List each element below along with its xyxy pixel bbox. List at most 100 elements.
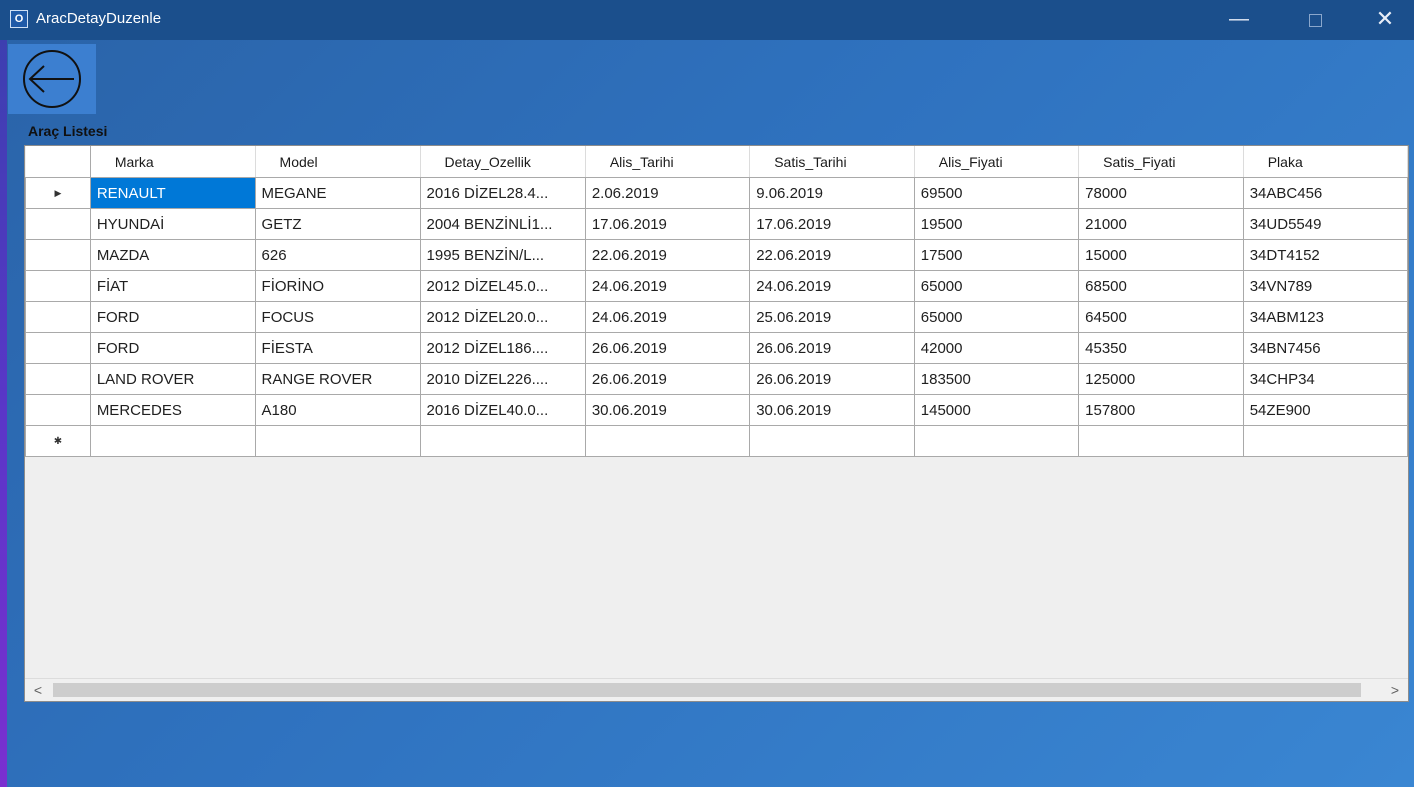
table-cell[interactable] [1078,425,1244,457]
table-cell[interactable]: 183500 [913,363,1080,395]
table-cell[interactable]: 2012 DİZEL45.0... [419,270,586,302]
table-cell[interactable]: 24.06.2019 [584,270,751,302]
table-cell[interactable]: 22.06.2019 [749,239,915,271]
table-cell[interactable]: 30.06.2019 [584,394,751,426]
table-cell[interactable]: 26.06.2019 [749,363,915,395]
table-cell[interactable]: 34ABC456 [1242,177,1408,209]
table-cell[interactable]: RENAULT [89,177,256,209]
table-cell[interactable]: 68500 [1078,270,1244,302]
scroll-right-button[interactable]: > [1384,679,1406,701]
table-cell[interactable]: MERCEDES [89,394,256,426]
table-cell[interactable]: 1995 BENZİN/L... [419,239,586,271]
column-header-satis-tarihi[interactable]: Satis_Tarihi [749,146,915,178]
row-header[interactable] [25,332,91,364]
table-cell[interactable]: 2012 DİZEL186.... [419,332,586,364]
table-cell[interactable]: 65000 [913,270,1080,302]
table-cell[interactable]: 2012 DİZEL20.0... [419,301,586,333]
row-header[interactable] [25,270,91,302]
table-cell[interactable]: 157800 [1078,394,1244,426]
maximize-button[interactable] [1292,0,1338,40]
table-cell[interactable]: 17.06.2019 [584,208,751,240]
column-header-satis-fiyati[interactable]: Satis_Fiyati [1078,146,1244,178]
table-cell[interactable]: 45350 [1078,332,1244,364]
title-bar[interactable]: O AracDetayDuzenle — ✕ [0,0,1414,40]
table-cell[interactable]: FORD [89,332,256,364]
column-header-alis-tarihi[interactable]: Alis_Tarihi [585,146,751,178]
table-cell[interactable]: 30.06.2019 [749,394,915,426]
table-cell[interactable]: FİESTA [254,332,421,364]
table-cell[interactable] [584,425,751,457]
table-row[interactable]: ▶ RENAULT MEGANE 2016 DİZEL28.4... 2.06.… [25,177,1408,209]
back-button[interactable] [8,44,96,114]
row-header[interactable] [25,394,91,426]
table-cell[interactable] [913,425,1080,457]
table-cell[interactable]: MAZDA [89,239,256,271]
table-cell[interactable]: 21000 [1078,208,1244,240]
table-cell[interactable]: LAND ROVER [89,363,256,395]
table-cell[interactable]: 125000 [1078,363,1244,395]
table-cell[interactable]: 34CHP34 [1242,363,1408,395]
table-cell[interactable]: 2004 BENZİNLİ1... [419,208,586,240]
row-header[interactable] [25,301,91,333]
scrollbar-thumb[interactable] [53,683,1361,697]
table-cell[interactable]: A180 [254,394,421,426]
table-cell[interactable]: 2016 DİZEL40.0... [419,394,586,426]
corner-header[interactable] [25,146,91,178]
row-header[interactable] [25,363,91,395]
table-cell[interactable] [254,425,421,457]
table-cell[interactable]: GETZ [254,208,421,240]
table-cell[interactable]: 17500 [913,239,1080,271]
table-cell[interactable]: 78000 [1078,177,1244,209]
minimize-button[interactable]: — [1216,0,1262,40]
table-cell[interactable]: 34BN7456 [1242,332,1408,364]
table-cell[interactable]: FİORİNO [254,270,421,302]
new-row[interactable]: ✱ [25,425,1408,457]
table-cell[interactable]: 19500 [913,208,1080,240]
table-cell[interactable]: FİAT [89,270,256,302]
table-cell[interactable] [1242,425,1408,457]
table-cell[interactable]: 26.06.2019 [584,332,751,364]
close-button[interactable]: ✕ [1362,0,1408,40]
table-row[interactable]: HYUNDAİ GETZ 2004 BENZİNLİ1... 17.06.201… [25,208,1408,240]
table-cell[interactable]: 17.06.2019 [749,208,915,240]
vehicle-grid[interactable]: Marka Model Detay_Ozellik Alis_Tarihi Sa… [24,145,1409,702]
row-header[interactable] [25,208,91,240]
table-cell[interactable]: 34VN789 [1242,270,1408,302]
table-cell[interactable]: FORD [89,301,256,333]
table-cell[interactable]: 9.06.2019 [749,177,915,209]
table-cell[interactable] [749,425,915,457]
table-cell[interactable]: 2.06.2019 [584,177,751,209]
column-header-plaka[interactable]: Plaka [1243,146,1408,178]
table-cell[interactable]: 65000 [913,301,1080,333]
scroll-left-button[interactable]: < [27,679,49,701]
table-row[interactable]: FİAT FİORİNO 2012 DİZEL45.0... 24.06.201… [25,270,1408,302]
table-row[interactable]: MAZDA 626 1995 BENZİN/L... 22.06.2019 22… [25,239,1408,271]
column-header-alis-fiyati[interactable]: Alis_Fiyati [914,146,1080,178]
table-cell[interactable] [89,425,256,457]
table-cell[interactable]: FOCUS [254,301,421,333]
column-header-marka[interactable]: Marka [90,146,256,178]
horizontal-scrollbar[interactable]: < > [25,678,1408,701]
table-cell[interactable]: 626 [254,239,421,271]
table-cell[interactable]: HYUNDAİ [89,208,256,240]
table-cell[interactable]: 64500 [1078,301,1244,333]
table-cell[interactable]: 54ZE900 [1242,394,1408,426]
table-cell[interactable]: MEGANE [254,177,421,209]
table-cell[interactable]: 26.06.2019 [584,363,751,395]
table-cell[interactable]: 15000 [1078,239,1244,271]
new-row-indicator[interactable]: ✱ [25,425,91,457]
table-cell[interactable]: 69500 [913,177,1080,209]
table-cell[interactable]: 34DT4152 [1242,239,1408,271]
table-row[interactable]: LAND ROVER RANGE ROVER 2010 DİZEL226....… [25,363,1408,395]
table-row[interactable]: FORD FOCUS 2012 DİZEL20.0... 24.06.2019 … [25,301,1408,333]
table-cell[interactable]: 24.06.2019 [749,270,915,302]
table-cell[interactable]: 24.06.2019 [584,301,751,333]
table-cell[interactable]: 25.06.2019 [749,301,915,333]
table-cell[interactable]: 34UD5549 [1242,208,1408,240]
table-cell[interactable]: 26.06.2019 [749,332,915,364]
table-row[interactable]: MERCEDES A180 2016 DİZEL40.0... 30.06.20… [25,394,1408,426]
column-header-detay-ozellik[interactable]: Detay_Ozellik [420,146,586,178]
table-cell[interactable]: 145000 [913,394,1080,426]
table-cell[interactable]: 34ABM123 [1242,301,1408,333]
table-cell[interactable] [419,425,586,457]
